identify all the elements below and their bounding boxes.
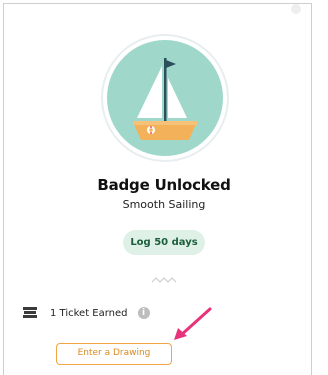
badge-medallion xyxy=(103,36,227,160)
ticket-icon xyxy=(23,307,37,318)
enter-drawing-button[interactable]: Enter a Drawing xyxy=(56,343,172,365)
badge-requirement-pill: Log 50 days xyxy=(123,230,205,255)
tickets-earned-label: 1 Ticket Earned xyxy=(50,307,128,319)
pointer-arrow-icon xyxy=(174,307,212,340)
divider-wave xyxy=(151,277,177,283)
badge-name: Smooth Sailing xyxy=(122,198,206,211)
ticket-row: 1 Ticket Earned i xyxy=(22,304,150,322)
sailboat-icon xyxy=(107,40,223,156)
corner-indicator xyxy=(291,4,301,14)
badge-title: Badge Unlocked xyxy=(97,176,231,194)
badge-unlocked-screen: Badge Unlocked Smooth Sailing Log 50 day… xyxy=(0,0,328,375)
info-icon[interactable]: i xyxy=(137,307,150,319)
